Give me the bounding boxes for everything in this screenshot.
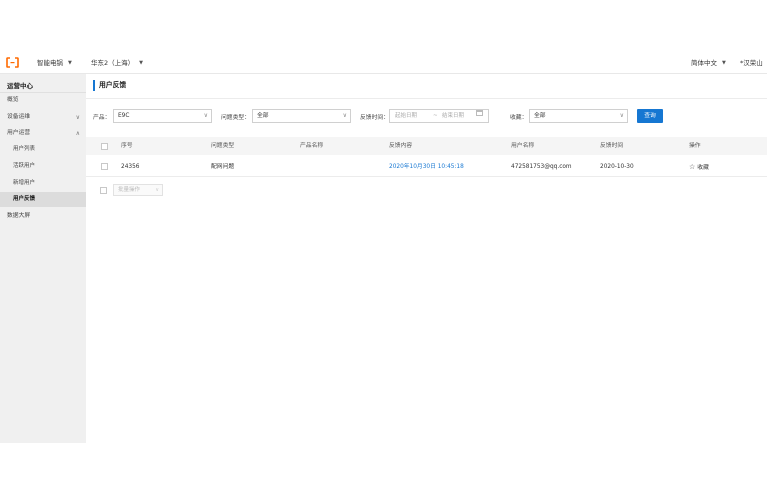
sidebar-item-label: 活跃用户 bbox=[13, 163, 36, 169]
favorite-select-value: 全部 bbox=[534, 113, 546, 119]
sidebar-item-label: 数据大屏 bbox=[7, 213, 31, 219]
language-label: 简体中文 bbox=[691, 59, 717, 67]
brand-logo-icon[interactable] bbox=[6, 57, 19, 68]
feedback-time-label: 反馈时间： bbox=[360, 115, 389, 121]
cell-issue-type: 配网问题 bbox=[211, 164, 235, 170]
column-header-id: 序号 bbox=[121, 143, 133, 149]
favorite-button-label: 收藏 bbox=[697, 165, 709, 171]
star-icon: ☆ bbox=[689, 163, 696, 171]
user-menu[interactable]: *汉荣山 bbox=[740, 57, 763, 67]
sidebar-item-data-screen[interactable]: 数据大屏 bbox=[0, 209, 86, 224]
cell-id: 24356 bbox=[121, 164, 140, 170]
sidebar-title: 运营中心 bbox=[7, 82, 33, 90]
chevron-down-icon: ∨ bbox=[75, 114, 80, 121]
chevron-down-icon: ▼ bbox=[722, 60, 726, 66]
chevron-down-icon: ▼ bbox=[68, 60, 72, 66]
sidebar: 运营中心 概览 设备运维 ∨ 用户运营 ∧ 用户列表 活跃用户 新增用户 用户反… bbox=[0, 74, 86, 443]
query-button[interactable]: 查询 bbox=[637, 109, 663, 123]
region-switcher-label: 华东2（上海） bbox=[91, 59, 135, 67]
sidebar-item-label: 用户列表 bbox=[13, 146, 36, 152]
sidebar-item-user-ops[interactable]: 用户运营 ∧ bbox=[0, 126, 86, 141]
sidebar-item-label: 用户运营 bbox=[7, 130, 31, 136]
app-root: 智能电锅 ▼ 华东2（上海） ▼ 简体中文 ▼ *汉荣山 运营中心 概览 设备运维 ∨… bbox=[0, 0, 767, 495]
sidebar-item-new-users[interactable]: 新增用户 bbox=[0, 176, 86, 191]
bulk-action-label: 批量操作 bbox=[118, 187, 141, 193]
column-header-actions: 操作 bbox=[689, 143, 701, 149]
region-switcher[interactable]: 华东2（上海） ▼ bbox=[91, 57, 143, 67]
product-switcher[interactable]: 智能电锅 ▼ bbox=[37, 57, 72, 67]
product-select[interactable]: E9C ∨ bbox=[113, 109, 212, 123]
sidebar-item-label: 设备运维 bbox=[7, 114, 31, 120]
issue-type-label: 问题类型： bbox=[221, 115, 250, 121]
product-filter-label: 产品： bbox=[93, 115, 111, 121]
sidebar-item-device-ops[interactable]: 设备运维 ∨ bbox=[0, 110, 86, 125]
column-header-user-name: 用户名称 bbox=[511, 143, 535, 149]
product-select-value: E9C bbox=[118, 113, 130, 119]
cell-time: 2020-10-30 bbox=[600, 164, 634, 170]
language-switcher[interactable]: 简体中文 ▼ bbox=[691, 57, 726, 67]
user-name: *汉荣山 bbox=[740, 59, 763, 67]
top-bar: 智能电锅 ▼ 华东2（上海） ▼ 简体中文 ▼ *汉荣山 bbox=[0, 52, 767, 74]
chevron-down-icon: ∨ bbox=[619, 112, 624, 119]
favorite-filter-label: 收藏： bbox=[510, 115, 528, 121]
select-all-checkbox[interactable] bbox=[101, 143, 108, 150]
bulk-action-select[interactable]: 批量操作 ∨ bbox=[113, 184, 163, 196]
favorite-button[interactable]: ☆ 收藏 bbox=[689, 157, 709, 178]
end-date-input[interactable]: 结束日期 bbox=[442, 110, 464, 122]
issue-type-select[interactable]: 全部 ∨ bbox=[252, 109, 351, 123]
start-date-input[interactable]: 起始日期 bbox=[395, 110, 417, 122]
favorite-select[interactable]: 全部 ∨ bbox=[529, 109, 628, 123]
row-checkbox[interactable] bbox=[101, 163, 108, 170]
cell-feedback-content-link[interactable]: 2020年10月30日 10:45:18 bbox=[389, 157, 464, 177]
header-divider bbox=[86, 98, 767, 99]
table-row: 24356 配网问题 2020年10月30日 10:45:18 47258175… bbox=[86, 157, 767, 177]
column-header-product-name: 产品名称 bbox=[300, 143, 324, 149]
calendar-icon bbox=[476, 110, 483, 116]
chevron-down-icon: ∨ bbox=[203, 112, 208, 119]
chevron-down-icon: ∨ bbox=[342, 112, 347, 119]
sidebar-item-label: 概览 bbox=[7, 97, 19, 103]
page-title: 用户反馈 bbox=[93, 80, 126, 91]
sidebar-item-user-feedback[interactable]: 用户反馈 bbox=[0, 192, 86, 207]
issue-type-select-value: 全部 bbox=[257, 113, 269, 119]
chevron-down-icon: ∨ bbox=[155, 187, 159, 193]
sidebar-item-label: 用户反馈 bbox=[13, 196, 36, 202]
column-header-time: 反馈时间 bbox=[600, 143, 624, 149]
sidebar-item-active-users[interactable]: 活跃用户 bbox=[0, 159, 86, 174]
bulk-select-checkbox[interactable] bbox=[100, 187, 107, 194]
column-header-issue-type: 问题类型 bbox=[211, 143, 235, 149]
column-header-content: 反馈内容 bbox=[389, 143, 413, 149]
range-separator: ~ bbox=[433, 113, 438, 119]
sidebar-item-overview[interactable]: 概览 bbox=[0, 93, 86, 108]
sidebar-item-user-list[interactable]: 用户列表 bbox=[0, 142, 86, 157]
date-range-picker[interactable]: 起始日期 ~ 结束日期 bbox=[389, 109, 489, 123]
product-switcher-label: 智能电锅 bbox=[37, 59, 63, 67]
cell-user-name: 472581753@qq.com bbox=[511, 164, 572, 170]
table-header: 序号 问题类型 产品名称 反馈内容 用户名称 反馈时间 操作 bbox=[86, 137, 767, 155]
sidebar-item-label: 新增用户 bbox=[13, 180, 36, 186]
chevron-up-icon: ∧ bbox=[75, 130, 80, 137]
chevron-down-icon: ▼ bbox=[139, 60, 143, 66]
